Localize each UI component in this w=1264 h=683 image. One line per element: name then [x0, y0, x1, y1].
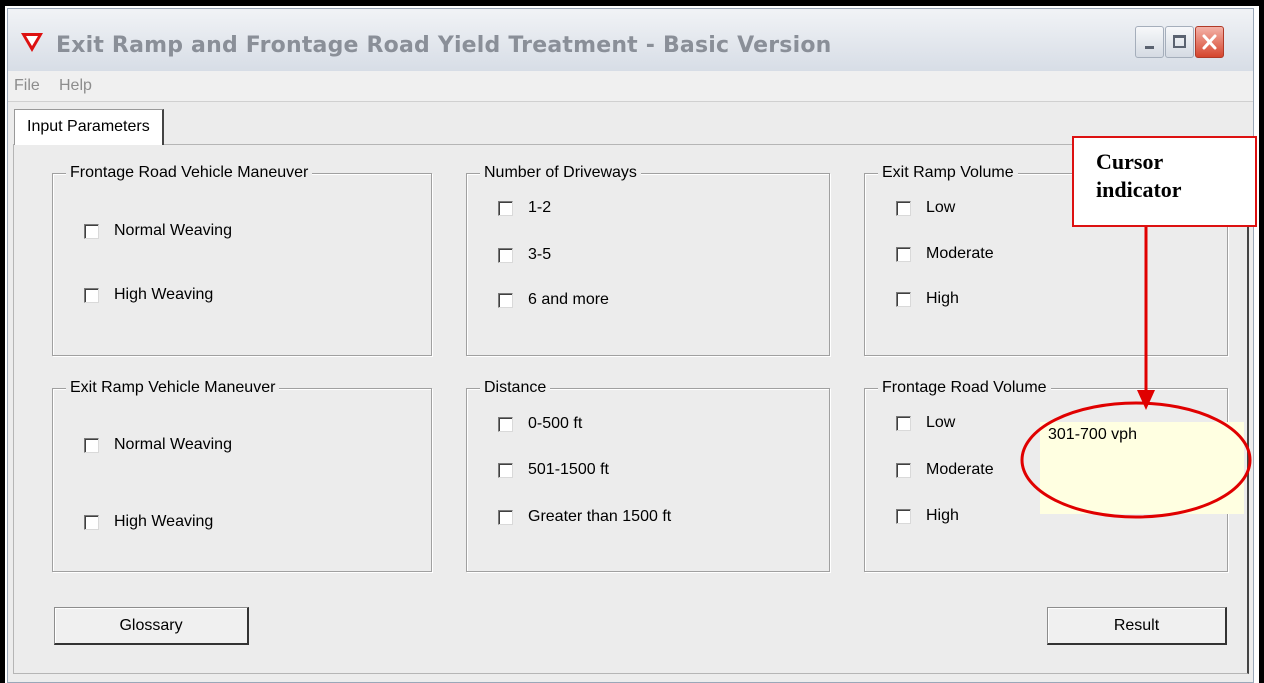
checkbox-box[interactable] [84, 514, 99, 530]
minimize-icon [1145, 46, 1154, 49]
checkbox-label: Moderate [926, 461, 994, 478]
group-distance: Distance 0-500 ft 501-1500 ft Greater th… [466, 378, 830, 572]
checkbox-exit-high-weaving[interactable]: High Weaving [84, 510, 213, 534]
tooltip-volume-range: 301-700 vph [1040, 422, 1244, 514]
checkbox-label: 1-2 [528, 199, 552, 216]
callout-line-1: Cursor [1096, 149, 1164, 174]
minimize-button[interactable] [1135, 26, 1164, 58]
checkbox-box[interactable] [896, 415, 911, 431]
maximize-button[interactable] [1165, 26, 1194, 58]
close-button[interactable] [1195, 26, 1224, 58]
checkbox-label: Moderate [926, 245, 994, 262]
group-exit-ramp-vehicle-maneuver: Exit Ramp Vehicle Maneuver Normal Weavin… [52, 378, 432, 572]
menu-help[interactable]: Help [59, 77, 92, 95]
checkbox-label: 501-1500 ft [528, 461, 609, 478]
checkbox-exit-volume-low[interactable]: Low [896, 196, 955, 220]
checkbox-frontage-volume-moderate[interactable]: Moderate [896, 458, 994, 482]
checkbox-box[interactable] [498, 509, 513, 525]
checkbox-label: 0-500 ft [528, 415, 583, 432]
checkbox-box[interactable] [896, 200, 911, 216]
checkbox-label: 3-5 [528, 246, 552, 263]
group-title: Distance [480, 378, 551, 398]
title-bar: Exit Ramp and Frontage Road Yield Treatm… [8, 9, 1253, 71]
callout-line-2: indicator [1096, 177, 1182, 202]
checkbox-exit-volume-high[interactable]: High [896, 287, 959, 311]
checkbox-box[interactable] [498, 292, 513, 308]
checkbox-box[interactable] [84, 437, 99, 453]
group-title: Frontage Road Vehicle Maneuver [66, 163, 313, 183]
checkbox-frontage-normal-weaving[interactable]: Normal Weaving [84, 219, 232, 243]
cursor-indicator-callout: Cursor indicator [1072, 136, 1257, 227]
checkbox-box[interactable] [896, 462, 911, 478]
group-frontage-road-vehicle-maneuver: Frontage Road Vehicle Maneuver Normal We… [52, 163, 432, 356]
checkbox-label: High [926, 290, 959, 307]
checkbox-frontage-high-weaving[interactable]: High Weaving [84, 283, 213, 307]
menu-file[interactable]: File [14, 77, 40, 95]
checkbox-box[interactable] [498, 416, 513, 432]
checkbox-box[interactable] [498, 462, 513, 478]
checkbox-label: 6 and more [528, 291, 609, 308]
group-title: Frontage Road Volume [878, 378, 1051, 398]
checkbox-frontage-volume-high[interactable]: High [896, 504, 959, 528]
checkbox-distance-greater-1500[interactable]: Greater than 1500 ft [498, 505, 671, 529]
checkbox-driveways-3-5[interactable]: 3-5 [498, 243, 551, 267]
checkbox-driveways-1-2[interactable]: 1-2 [498, 196, 551, 220]
checkbox-label: Low [926, 414, 956, 431]
checkbox-exit-normal-weaving[interactable]: Normal Weaving [84, 433, 232, 457]
group-number-of-driveways: Number of Driveways 1-2 3-5 6 and more [466, 163, 830, 356]
checkbox-driveways-6-and-more[interactable]: 6 and more [498, 288, 609, 312]
checkbox-label: High Weaving [114, 286, 214, 303]
checkbox-distance-0-500[interactable]: 0-500 ft [498, 412, 582, 436]
checkbox-box[interactable] [896, 291, 911, 307]
checkbox-box[interactable] [84, 287, 99, 303]
checkbox-box[interactable] [896, 246, 911, 262]
checkbox-box[interactable] [84, 223, 99, 239]
close-icon [1202, 34, 1217, 50]
checkbox-label: High Weaving [114, 513, 214, 530]
checkbox-frontage-volume-low[interactable]: Low [896, 411, 955, 435]
checkbox-box[interactable] [498, 200, 513, 216]
red-triangle-icon [21, 33, 43, 52]
checkbox-label: Low [926, 199, 956, 216]
group-title: Exit Ramp Volume [878, 163, 1018, 183]
group-title: Exit Ramp Vehicle Maneuver [66, 378, 280, 398]
checkbox-box[interactable] [896, 508, 911, 524]
result-button[interactable]: Result [1047, 607, 1227, 645]
checkbox-label: Greater than 1500 ft [528, 508, 672, 525]
menu-bar: File Help [8, 71, 1253, 102]
window-title: Exit Ramp and Frontage Road Yield Treatm… [56, 33, 832, 58]
checkbox-exit-volume-moderate[interactable]: Moderate [896, 242, 994, 266]
checkbox-box[interactable] [498, 247, 513, 263]
checkbox-label: Normal Weaving [114, 436, 232, 453]
glossary-button[interactable]: Glossary [54, 607, 249, 645]
group-title: Number of Driveways [480, 163, 641, 183]
checkbox-distance-501-1500[interactable]: 501-1500 ft [498, 458, 609, 482]
maximize-icon [1173, 35, 1186, 48]
checkbox-label: Normal Weaving [114, 222, 232, 239]
tab-input-parameters[interactable]: Input Parameters [14, 109, 164, 145]
checkbox-label: High [926, 507, 959, 524]
